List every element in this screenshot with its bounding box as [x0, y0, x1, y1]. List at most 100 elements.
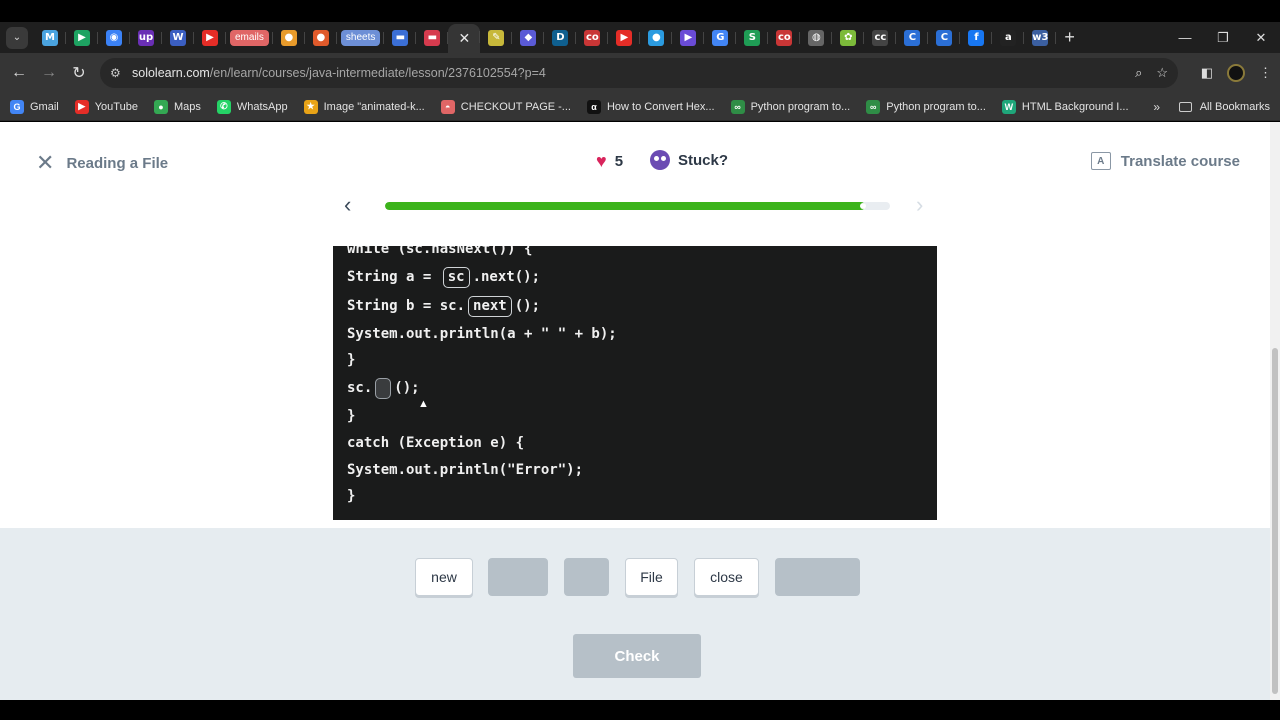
option-new[interactable]: new	[415, 558, 473, 596]
bookmarks-overflow-button[interactable]: »	[1153, 93, 1160, 121]
scrollbar-thumb[interactable]	[1272, 348, 1278, 694]
youtube-icon: ▶	[616, 29, 633, 46]
browser-tab[interactable]: cc	[864, 25, 897, 51]
browser-tab[interactable]: C	[928, 25, 961, 51]
browser-tab[interactable]: ✎	[480, 25, 513, 51]
hearts-counter[interactable]: ♥ 5	[596, 152, 623, 170]
code-text: String b = sc.	[347, 298, 466, 314]
bookmark-label: Maps	[173, 100, 201, 113]
browser-tab[interactable]: ◆	[512, 25, 545, 51]
translate-icon: A	[1090, 152, 1111, 170]
browser-tab[interactable]: M	[34, 25, 66, 51]
translate-course-button[interactable]: A Translate course	[1090, 152, 1240, 170]
profile-avatar[interactable]	[1227, 64, 1245, 82]
zoom-icon[interactable]: ⌕	[1135, 65, 1142, 81]
check-button[interactable]: Check	[573, 634, 701, 678]
bookmark-label: Image "animated-k...	[323, 100, 425, 113]
co-icon: co	[776, 29, 793, 46]
browser-tab[interactable]: ●	[273, 25, 305, 51]
pencil-icon: ✎	[488, 29, 505, 46]
site-info-icon[interactable]: ⚙	[110, 66, 128, 80]
bookmark-item[interactable]: ▶ YouTube	[74, 99, 138, 114]
bookmark-item[interactable]: W HTML Background I...	[1001, 99, 1129, 114]
heart-icon: ♥	[596, 151, 607, 171]
page-scrollbar[interactable]	[1270, 122, 1280, 700]
menu-kebab-icon[interactable]: ⋮	[1259, 65, 1272, 81]
bookmark-star-icon[interactable]: ☆	[1156, 65, 1168, 81]
w3-icon: w3	[1032, 29, 1048, 46]
bookmark-item[interactable]: ● Maps	[153, 99, 201, 114]
youtube-icon: ▶	[74, 99, 89, 114]
youtube-icon: ▶	[202, 29, 218, 46]
whatsapp-icon: ✆	[216, 99, 231, 114]
close-window-button[interactable]: ✕	[1242, 22, 1280, 53]
filled-blank-chip[interactable]: sc	[442, 266, 470, 288]
option-close[interactable]: close	[694, 558, 759, 596]
browser-tab[interactable]: a	[992, 25, 1025, 51]
next-step-arrow-icon[interactable]: ›	[916, 194, 923, 216]
bookmark-label: How to Convert Hex...	[606, 100, 715, 113]
browser-tab[interactable]: ▬	[416, 25, 449, 51]
browser-tab[interactable]: W	[162, 25, 194, 51]
browser-tab[interactable]: w3	[1024, 25, 1057, 51]
code-text: .next();	[472, 269, 541, 285]
browser-tab[interactable]: G	[704, 25, 737, 51]
code-line: }	[347, 352, 356, 368]
bookmark-item[interactable]: α How to Convert Hex...	[586, 99, 715, 114]
browser-tab[interactable]: ●	[640, 25, 673, 51]
browser-tab[interactable]: emails	[226, 25, 273, 51]
d-icon: D	[552, 29, 569, 46]
browser-tab[interactable]: ▬	[384, 25, 417, 51]
browser-tab[interactable]: f	[960, 25, 993, 51]
browser-tab[interactable]: sheets	[337, 25, 385, 51]
option-file[interactable]: File	[625, 558, 678, 596]
maximize-button[interactable]: ❐	[1204, 22, 1242, 53]
side-panel-icon[interactable]: ◧	[1201, 65, 1213, 81]
browser-tab[interactable]: S	[736, 25, 769, 51]
bookmark-item[interactable]: ◓ CHECKOUT PAGE -...	[440, 99, 571, 114]
bookmark-item[interactable]: ∞ Python program to...	[866, 99, 986, 114]
code-line: while (sc.hasNext()) {	[347, 246, 533, 257]
bookmark-item[interactable]: ∞ Python program to...	[730, 99, 851, 114]
browser-tab[interactable]: up	[130, 25, 162, 51]
empty-blank-slot[interactable]	[375, 377, 392, 399]
tab-active[interactable]: ✕	[448, 23, 481, 54]
forward-button[interactable]: →	[34, 58, 64, 88]
browser-tab[interactable]: co	[768, 25, 801, 51]
tab-group-label: emails	[230, 29, 269, 46]
stuck-button[interactable]: Stuck?	[650, 150, 728, 170]
browser-tab[interactable]: ◉	[98, 25, 130, 51]
owl-icon	[650, 150, 670, 170]
all-bookmarks-button[interactable]: All Bookmarks	[1178, 93, 1270, 121]
browser-tab[interactable]: C	[896, 25, 929, 51]
browser-tab[interactable]: ▶	[66, 25, 98, 51]
browser-tab[interactable]: ●	[305, 25, 337, 51]
browser-tab[interactable]: ▶	[194, 25, 226, 51]
browser-tab[interactable]: ▶	[608, 25, 641, 51]
code-text: ();	[514, 298, 541, 314]
browser-tab[interactable]: D	[544, 25, 577, 51]
tab-search-button[interactable]: ⌄	[6, 26, 28, 49]
new-tab-button[interactable]: +	[1064, 27, 1075, 48]
previous-step-arrow-icon[interactable]: ‹	[344, 194, 351, 216]
bookmark-item[interactable]: G Gmail	[10, 99, 59, 114]
close-lesson-icon[interactable]: ✕	[36, 152, 54, 174]
browser-tab[interactable]: co	[576, 25, 609, 51]
url-text[interactable]: sololearn.com/en/learn/courses/java-inte…	[132, 66, 546, 80]
minimize-button[interactable]: —	[1166, 22, 1204, 53]
back-button[interactable]: ←	[4, 58, 34, 88]
bookmark-item[interactable]: ✆ WhatsApp	[216, 99, 288, 114]
browser-tab[interactable]: ▶	[672, 25, 705, 51]
gfg-icon: ∞	[866, 99, 881, 114]
mouse-cursor-icon: ▲	[418, 398, 429, 410]
reload-button[interactable]: ↻	[64, 58, 94, 88]
address-bar[interactable]: ⚙ sololearn.com/en/learn/courses/java-in…	[100, 58, 1178, 88]
browser-tab[interactable]: ✿	[832, 25, 865, 51]
bookmark-item[interactable]: ★ Image "animated-k...	[303, 99, 425, 114]
browser-tab[interactable]: ◍	[800, 25, 833, 51]
bookmark-label: HTML Background I...	[1021, 100, 1129, 113]
filled-blank-chip[interactable]: next	[468, 295, 512, 317]
bookmark-label: Python program to...	[750, 100, 851, 113]
lesson-header: ✕ Reading a File	[36, 152, 168, 174]
star-icon: ★	[303, 99, 318, 114]
